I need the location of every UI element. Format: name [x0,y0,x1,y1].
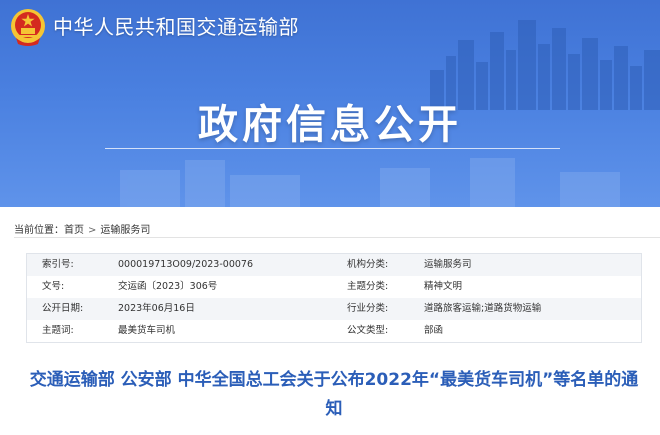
info-value: 运输服务司 [424,259,472,270]
info-value: 部函 [424,325,444,336]
info-label: 索引号: [42,259,74,270]
info-row-publish-date: 公开日期: 2023年06月16日 行业分类: 道路旅客运输;道路货物运输 [27,298,641,320]
info-label: 公文类型: [347,325,389,336]
info-value: 000019713O09/2023-00076 [118,259,253,270]
info-row-keywords: 主题词: 最美货车司机 公文类型: 部函 [27,320,641,342]
info-label: 文号: [42,281,65,292]
info-label: 公开日期: [42,303,84,314]
info-value: 精神文明 [424,281,463,292]
info-value: 交运函〔2023〕306号 [118,281,218,292]
breadcrumb-department-link[interactable]: 运输服务司 [100,225,150,236]
info-value: 2023年06月16日 [118,303,195,314]
info-row-index: 索引号: 000019713O09/2023-00076 机构分类: 运输服务司 [27,254,641,276]
info-value: 最美货车司机 [118,325,176,336]
info-value: 道路旅客运输;道路货物运输 [424,303,542,314]
info-label: 主题词: [42,325,74,336]
article-title: 交通运输部 公安部 中华全国总工会关于公布2022年“最美货车司机”等名单的通知 [29,370,639,419]
ministry-name[interactable]: 中华人民共和国交通运输部 [53,11,299,40]
breadcrumb: 当前位置：首页 > 运输服务司 [14,221,150,236]
breadcrumb-divider [14,237,660,238]
banner-title: 政府信息公开 [198,102,462,148]
breadcrumb-label: 当前位置： [14,225,64,236]
banner-divider [105,148,560,149]
breadcrumb-separator: > [88,225,97,236]
document-info-table: 索引号: 000019713O09/2023-00076 机构分类: 运输服务司… [26,253,642,343]
info-label: 机构分类: [347,259,389,270]
header-banner: 中华人民共和国交通运输部 政府信息公开 [0,0,660,207]
breadcrumb-home-link[interactable]: 首页 [64,225,84,236]
national-emblem-icon [11,9,45,46]
info-label: 主题分类: [347,281,389,292]
info-label: 行业分类: [347,303,389,314]
info-row-doc-number: 文号: 交运函〔2023〕306号 主题分类: 精神文明 [27,276,641,298]
